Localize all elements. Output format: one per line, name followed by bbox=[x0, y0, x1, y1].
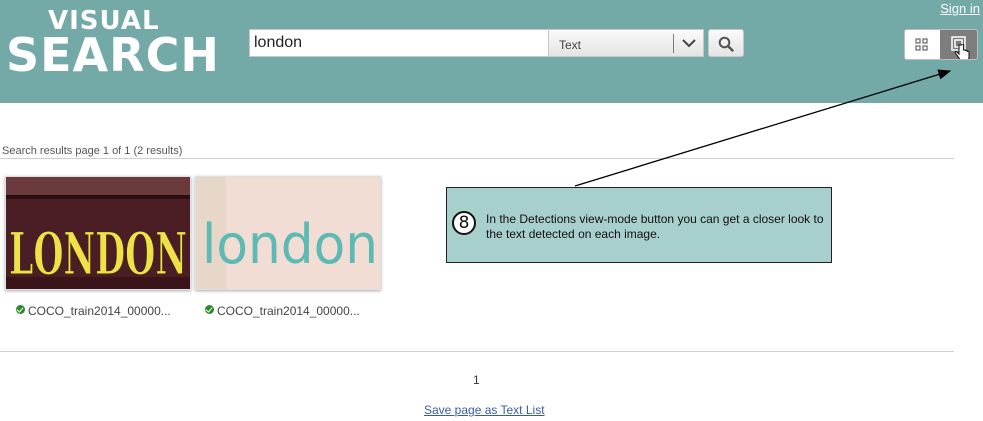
result-thumbnail-1[interactable]: LONDON bbox=[5, 176, 191, 290]
sign-in-link[interactable]: Sign in bbox=[940, 1, 980, 16]
callout-text: In the Detections view-mode button you c… bbox=[486, 212, 824, 241]
result-image-2: london bbox=[196, 177, 380, 289]
search-type-select[interactable]: Text bbox=[548, 29, 704, 57]
grid-view-button[interactable] bbox=[905, 30, 940, 59]
tutorial-callout: 8 In the Detections view-mode button you… bbox=[446, 187, 832, 263]
divider-bottom bbox=[0, 351, 954, 352]
detections-view-button[interactable] bbox=[940, 30, 977, 59]
result-image-text-1: LONDON bbox=[9, 220, 187, 288]
search-type-value: Text bbox=[559, 38, 582, 52]
search-input[interactable] bbox=[249, 29, 549, 57]
check-icon bbox=[205, 305, 214, 314]
view-mode-toggle bbox=[904, 29, 978, 60]
result-caption-text-2: COCO_train2014_00000... bbox=[217, 304, 360, 318]
save-text-list-link[interactable]: Save page as Text List bbox=[424, 403, 545, 417]
select-divider bbox=[673, 34, 674, 53]
result-thumbnail-2[interactable]: london bbox=[195, 176, 381, 290]
check-icon bbox=[16, 305, 25, 314]
divider-top bbox=[0, 158, 954, 159]
header-bar: VISUAL SEARCH Sign in Text bbox=[0, 0, 983, 103]
hand-cursor-icon bbox=[954, 44, 970, 59]
logo-line-2: SEARCH bbox=[6, 28, 220, 82]
search-icon bbox=[718, 36, 734, 52]
chevron-down-icon bbox=[682, 39, 696, 48]
pagination-current-page[interactable]: 1 bbox=[473, 373, 480, 387]
results-info: Search results page 1 of 1 (2 results) bbox=[2, 145, 183, 157]
result-image-1: LONDON bbox=[6, 177, 190, 289]
result-image-text-2: london bbox=[202, 213, 378, 276]
result-caption-text-1: COCO_train2014_00000... bbox=[28, 304, 171, 318]
result-caption-1[interactable]: COCO_train2014_00000... bbox=[16, 304, 171, 318]
search-button[interactable] bbox=[708, 29, 744, 57]
result-caption-2[interactable]: COCO_train2014_00000... bbox=[205, 304, 360, 318]
grid-icon bbox=[915, 38, 928, 51]
callout-step-number: 8 bbox=[452, 211, 476, 235]
